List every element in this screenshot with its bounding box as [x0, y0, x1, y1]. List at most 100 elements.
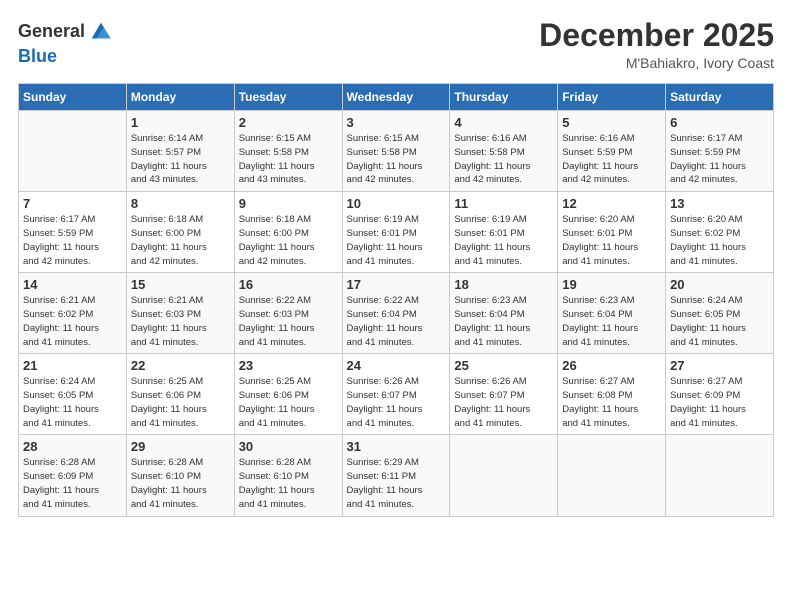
calendar-cell: 29 Sunrise: 6:28 AMSunset: 6:10 PMDayligh… [126, 435, 234, 516]
day-info: Sunrise: 6:26 AMSunset: 6:07 PMDaylight:… [347, 375, 446, 430]
calendar-cell: 13Sunrise: 6:20 AMSunset: 6:02 PMDayligh… [666, 192, 774, 273]
day-number: 21 [23, 358, 122, 373]
calendar-cell: 26 Sunrise: 6:27 AMSunset: 6:08 PMDayligh… [558, 354, 666, 435]
day-number: 3 [347, 115, 446, 130]
day-number: 27 [670, 358, 769, 373]
day-number: 6 [670, 115, 769, 130]
day-info: Sunrise: 6:28 AMSunset: 6:10 PMDaylight:… [239, 456, 338, 511]
day-number: 7 [23, 196, 122, 211]
col-friday: Friday [558, 84, 666, 111]
calendar-week-3: 14 Sunrise: 6:21 AMSunset: 6:02 PMDayligh… [19, 273, 774, 354]
calendar-cell: 9 Sunrise: 6:18 AMSunset: 6:00 PMDaylight… [234, 192, 342, 273]
day-info: Sunrise: 6:15 AMSunset: 5:58 PMDaylight:… [239, 132, 338, 187]
calendar-cell: 12Sunrise: 6:20 AMSunset: 6:01 PMDayligh… [558, 192, 666, 273]
header-row: Sunday Monday Tuesday Wednesday Thursday… [19, 84, 774, 111]
logo: General Blue [18, 18, 115, 68]
day-info: Sunrise: 6:21 AMSunset: 6:02 PMDaylight:… [23, 294, 122, 349]
day-info: Sunrise: 6:18 AMSunset: 6:00 PMDaylight:… [131, 213, 230, 268]
calendar-cell: 27 Sunrise: 6:27 AMSunset: 6:09 PMDayligh… [666, 354, 774, 435]
calendar-cell: 15 Sunrise: 6:21 AMSunset: 6:03 PMDayligh… [126, 273, 234, 354]
day-number: 31 [347, 439, 446, 454]
calendar-week-5: 28 Sunrise: 6:28 AMSunset: 6:09 PMDayligh… [19, 435, 774, 516]
day-info: Sunrise: 6:27 AMSunset: 6:09 PMDaylight:… [670, 375, 769, 430]
calendar-week-2: 7 Sunrise: 6:17 AMSunset: 5:59 PMDaylight… [19, 192, 774, 273]
col-monday: Monday [126, 84, 234, 111]
calendar-cell: 28 Sunrise: 6:28 AMSunset: 6:09 PMDayligh… [19, 435, 127, 516]
title-block: December 2025 M'Bahiakro, Ivory Coast [539, 18, 774, 71]
day-info: Sunrise: 6:16 AMSunset: 5:59 PMDaylight:… [562, 132, 661, 187]
day-info: Sunrise: 6:21 AMSunset: 6:03 PMDaylight:… [131, 294, 230, 349]
calendar-week-1: 1 Sunrise: 6:14 AMSunset: 5:57 PMDaylight… [19, 111, 774, 192]
day-number: 29 [131, 439, 230, 454]
calendar-cell: 1 Sunrise: 6:14 AMSunset: 5:57 PMDaylight… [126, 111, 234, 192]
calendar-cell: 10 Sunrise: 6:19 AMSunset: 6:01 PMDayligh… [342, 192, 450, 273]
day-number: 9 [239, 196, 338, 211]
day-number: 10 [347, 196, 446, 211]
calendar-cell: 5 Sunrise: 6:16 AMSunset: 5:59 PMDaylight… [558, 111, 666, 192]
day-info: Sunrise: 6:17 AMSunset: 5:59 PMDaylight:… [670, 132, 769, 187]
calendar-cell [450, 435, 558, 516]
month-title: December 2025 [539, 18, 774, 53]
calendar-cell: 7 Sunrise: 6:17 AMSunset: 5:59 PMDaylight… [19, 192, 127, 273]
day-number: 4 [454, 115, 553, 130]
day-info: Sunrise: 6:23 AMSunset: 6:04 PMDaylight:… [454, 294, 553, 349]
day-number: 5 [562, 115, 661, 130]
day-info: Sunrise: 6:29 AMSunset: 6:11 PMDaylight:… [347, 456, 446, 511]
day-number: 23 [239, 358, 338, 373]
col-wednesday: Wednesday [342, 84, 450, 111]
calendar-cell: 24 Sunrise: 6:26 AMSunset: 6:07 PMDayligh… [342, 354, 450, 435]
calendar-week-4: 21 Sunrise: 6:24 AMSunset: 6:05 PMDayligh… [19, 354, 774, 435]
day-number: 25 [454, 358, 553, 373]
day-info: Sunrise: 6:14 AMSunset: 5:57 PMDaylight:… [131, 132, 230, 187]
calendar-cell: 19 Sunrise: 6:23 AMSunset: 6:04 PMDayligh… [558, 273, 666, 354]
day-number: 30 [239, 439, 338, 454]
day-info: Sunrise: 6:18 AMSunset: 6:00 PMDaylight:… [239, 213, 338, 268]
day-info: Sunrise: 6:28 AMSunset: 6:10 PMDaylight:… [131, 456, 230, 511]
day-number: 8 [131, 196, 230, 211]
day-number: 24 [347, 358, 446, 373]
calendar-cell: 17Sunrise: 6:22 AMSunset: 6:04 PMDayligh… [342, 273, 450, 354]
day-info: Sunrise: 6:25 AMSunset: 6:06 PMDaylight:… [239, 375, 338, 430]
page-container: General Blue December 2025 M'Bahiakro, I… [0, 0, 792, 527]
calendar-table: Sunday Monday Tuesday Wednesday Thursday… [18, 83, 774, 516]
day-info: Sunrise: 6:23 AMSunset: 6:04 PMDaylight:… [562, 294, 661, 349]
day-info: Sunrise: 6:28 AMSunset: 6:09 PMDaylight:… [23, 456, 122, 511]
day-number: 28 [23, 439, 122, 454]
calendar-cell: 31 Sunrise: 6:29 AMSunset: 6:11 PMDayligh… [342, 435, 450, 516]
calendar-cell: 30 Sunrise: 6:28 AMSunset: 6:10 PMDayligh… [234, 435, 342, 516]
calendar-cell: 8 Sunrise: 6:18 AMSunset: 6:00 PMDaylight… [126, 192, 234, 273]
calendar-cell: 21 Sunrise: 6:24 AMSunset: 6:05 PMDayligh… [19, 354, 127, 435]
calendar-cell: 18 Sunrise: 6:23 AMSunset: 6:04 PMDayligh… [450, 273, 558, 354]
day-info: Sunrise: 6:16 AMSunset: 5:58 PMDaylight:… [454, 132, 553, 187]
day-number: 11 [454, 196, 553, 211]
calendar-cell: 23 Sunrise: 6:25 AMSunset: 6:06 PMDayligh… [234, 354, 342, 435]
col-tuesday: Tuesday [234, 84, 342, 111]
calendar-cell: 11 Sunrise: 6:19 AMSunset: 6:01 PMDayligh… [450, 192, 558, 273]
day-info: Sunrise: 6:17 AMSunset: 5:59 PMDaylight:… [23, 213, 122, 268]
day-number: 1 [131, 115, 230, 130]
day-info: Sunrise: 6:22 AMSunset: 6:03 PMDaylight:… [239, 294, 338, 349]
day-number: 12 [562, 196, 661, 211]
day-number: 19 [562, 277, 661, 292]
calendar-cell: 14 Sunrise: 6:21 AMSunset: 6:02 PMDayligh… [19, 273, 127, 354]
header: General Blue December 2025 M'Bahiakro, I… [18, 18, 774, 71]
calendar-cell: 2Sunrise: 6:15 AMSunset: 5:58 PMDaylight… [234, 111, 342, 192]
calendar-cell: 22Sunrise: 6:25 AMSunset: 6:06 PMDayligh… [126, 354, 234, 435]
day-number: 18 [454, 277, 553, 292]
day-info: Sunrise: 6:19 AMSunset: 6:01 PMDaylight:… [347, 213, 446, 268]
calendar-cell: 3Sunrise: 6:15 AMSunset: 5:58 PMDaylight… [342, 111, 450, 192]
day-info: Sunrise: 6:25 AMSunset: 6:06 PMDaylight:… [131, 375, 230, 430]
calendar-cell: 4 Sunrise: 6:16 AMSunset: 5:58 PMDaylight… [450, 111, 558, 192]
calendar-cell [558, 435, 666, 516]
calendar-cell: 16Sunrise: 6:22 AMSunset: 6:03 PMDayligh… [234, 273, 342, 354]
day-info: Sunrise: 6:27 AMSunset: 6:08 PMDaylight:… [562, 375, 661, 430]
calendar-cell: 25Sunrise: 6:26 AMSunset: 6:07 PMDayligh… [450, 354, 558, 435]
day-number: 14 [23, 277, 122, 292]
day-number: 26 [562, 358, 661, 373]
calendar-cell [666, 435, 774, 516]
day-info: Sunrise: 6:24 AMSunset: 6:05 PMDaylight:… [23, 375, 122, 430]
day-info: Sunrise: 6:19 AMSunset: 6:01 PMDaylight:… [454, 213, 553, 268]
day-number: 15 [131, 277, 230, 292]
logo-icon [87, 18, 115, 46]
calendar-cell [19, 111, 127, 192]
